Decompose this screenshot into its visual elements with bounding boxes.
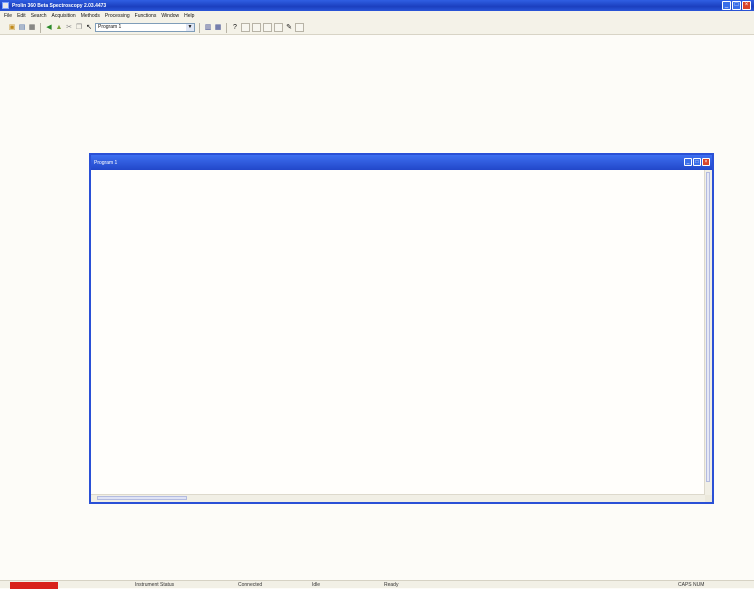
toolbar-button[interactable] — [295, 23, 304, 32]
child-minimize-button[interactable]: _ — [684, 158, 692, 166]
toolbar-separator — [199, 22, 200, 33]
close-button[interactable]: × — [742, 1, 751, 10]
horizontal-scrollbar[interactable] — [91, 494, 705, 502]
grid-icon[interactable]: ▦ — [214, 23, 222, 32]
copy-icon[interactable]: ❐ — [75, 23, 83, 32]
menu-search[interactable]: Search — [31, 13, 47, 19]
toolbar: ▣ ▤ ▦ ◀ ▲ ✂ ❐ ↖ Program 1 ▼ ▥ ▦ ? ✎ — [0, 21, 754, 35]
cut-icon[interactable]: ✂ — [65, 23, 73, 32]
status-instrument: Instrument Status — [135, 582, 175, 588]
toolbar-button[interactable] — [263, 23, 272, 32]
status-message: Ready — [384, 582, 399, 588]
menu-help[interactable]: Help — [184, 13, 194, 19]
menu-edit[interactable]: Edit — [17, 13, 26, 19]
program-window: Program 1 _ □ × — [89, 153, 714, 504]
info-icon[interactable]: ? — [231, 23, 239, 32]
menu-acquisition[interactable]: Acquisition — [52, 13, 76, 19]
save-icon[interactable]: ▤ — [18, 23, 26, 32]
maximize-button[interactable]: □ — [732, 1, 741, 10]
horizontal-scroll-thumb[interactable] — [97, 496, 187, 500]
status-state: Idle — [312, 582, 321, 588]
minimize-button[interactable]: _ — [722, 1, 731, 10]
print-icon[interactable]: ▦ — [28, 23, 36, 32]
zoom-icon[interactable]: ✎ — [285, 23, 293, 32]
child-maximize-button[interactable]: □ — [693, 158, 701, 166]
toolbar-button[interactable] — [241, 23, 250, 32]
chart-icon[interactable]: ▥ — [204, 23, 212, 32]
program-select[interactable]: Program 1 ▼ — [95, 23, 195, 32]
status-connection: Connected — [238, 582, 263, 588]
child-close-button[interactable]: × — [702, 158, 710, 166]
vertical-scrollbar[interactable] — [704, 170, 712, 495]
new-icon[interactable]: ▲ — [55, 23, 63, 32]
chevron-down-icon[interactable]: ▼ — [186, 24, 194, 31]
menu-methods[interactable]: Methods — [81, 13, 100, 19]
menubar: File Edit Search Acquisition Methods Pro… — [0, 11, 754, 21]
cursor-icon[interactable]: ↖ — [85, 23, 93, 32]
toolbar-separator — [226, 22, 227, 33]
arrow-icon[interactable]: ◀ — [45, 23, 53, 32]
app-window-controls: _ □ × — [722, 1, 751, 10]
statusbar: Instrument Status Connected Idle Ready C… — [0, 580, 754, 589]
menu-window[interactable]: Window — [161, 13, 179, 19]
app-icon — [2, 2, 9, 9]
resize-grip[interactable] — [705, 495, 712, 502]
status-keys: CAPS NUM — [678, 582, 705, 588]
program-window-title: Program 1 — [94, 159, 118, 166]
program-select-value: Program 1 — [98, 24, 122, 30]
open-icon[interactable]: ▣ — [8, 23, 16, 32]
app-title: Prolin 360 Beta Spectroscopy 2.03.4473 — [12, 2, 107, 9]
menu-file[interactable]: File — [4, 13, 12, 19]
menu-processing[interactable]: Processing — [105, 13, 130, 19]
toolbar-separator — [40, 22, 41, 33]
app-titlebar: Prolin 360 Beta Spectroscopy 2.03.4473 _… — [0, 0, 754, 11]
toolbar-button[interactable] — [274, 23, 283, 32]
menu-functions[interactable]: Functions — [135, 13, 157, 19]
vertical-scroll-thumb[interactable] — [706, 172, 710, 482]
program-window-titlebar[interactable]: Program 1 _ □ × — [91, 155, 712, 170]
toolbar-button[interactable] — [252, 23, 261, 32]
program-window-controls: _ □ × — [684, 158, 710, 166]
